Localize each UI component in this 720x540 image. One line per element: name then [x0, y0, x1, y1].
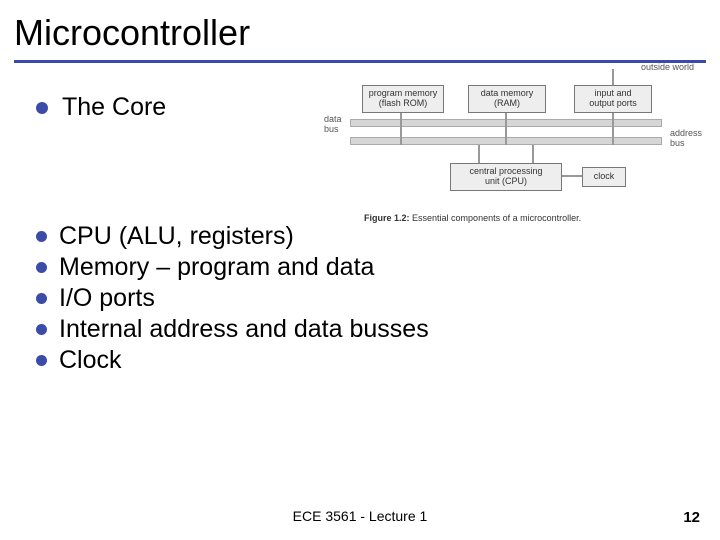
list-item: CPU (ALU, registers) — [36, 222, 700, 251]
diagram-box-program-memory: program memory (flash ROM) — [362, 85, 444, 113]
list-item-label: Internal address and data busses — [59, 315, 429, 344]
diagram-connector — [612, 69, 614, 85]
core-list: CPU (ALU, registers) Memory – program an… — [36, 222, 700, 375]
diagram-caption-label: Figure 1.2: — [364, 213, 410, 223]
diagram-connector — [562, 175, 582, 177]
diagram-text: output ports — [589, 99, 637, 109]
slide-title: Microcontroller — [0, 0, 720, 60]
diagram-text: (RAM) — [494, 99, 520, 109]
section-heading: The Core — [62, 93, 166, 122]
content-area: The Core outside world program memory (f… — [0, 63, 720, 375]
footer-text: ECE 3561 - Lecture 1 — [0, 508, 720, 524]
list-item-label: CPU (ALU, registers) — [59, 222, 294, 251]
list-item-label: Clock — [59, 346, 122, 375]
diagram-label-outside-world: outside world — [641, 63, 694, 73]
list-item-label: I/O ports — [59, 284, 155, 313]
bullet-icon — [36, 231, 47, 242]
bullet-icon — [36, 293, 47, 304]
bullet-icon — [36, 102, 48, 114]
diagram-label-data-bus: data bus — [324, 115, 342, 135]
diagram-connector — [532, 145, 534, 165]
diagram-box-clock: clock — [582, 167, 626, 187]
list-item: Memory – program and data — [36, 253, 700, 282]
diagram-box-data-memory: data memory (RAM) — [468, 85, 546, 113]
list-item-label: Memory – program and data — [59, 253, 374, 282]
diagram-caption: Figure 1.2: Essential components of a mi… — [364, 213, 581, 223]
page-number: 12 — [683, 509, 700, 526]
diagram-caption-text: Essential components of a microcontrolle… — [412, 213, 581, 223]
bullet-icon — [36, 262, 47, 273]
diagram-connector — [478, 145, 480, 165]
list-item: Clock — [36, 346, 700, 375]
bullet-icon — [36, 324, 47, 335]
diagram-text: unit (CPU) — [485, 177, 527, 187]
diagram-text: (flash ROM) — [379, 99, 428, 109]
diagram-box-cpu: central processing unit (CPU) — [450, 163, 562, 191]
diagram-text: clock — [594, 172, 615, 182]
diagram-connector — [612, 113, 614, 145]
bullet-icon — [36, 355, 47, 366]
diagram-box-io-ports: input and output ports — [574, 85, 652, 113]
list-item: Internal address and data busses — [36, 315, 700, 344]
diagram-connector — [400, 113, 402, 145]
microcontroller-diagram: outside world program memory (flash ROM)… — [300, 67, 704, 217]
diagram-connector — [505, 113, 507, 145]
diagram-label-address-bus: address bus — [670, 129, 702, 149]
list-item: I/O ports — [36, 284, 700, 313]
